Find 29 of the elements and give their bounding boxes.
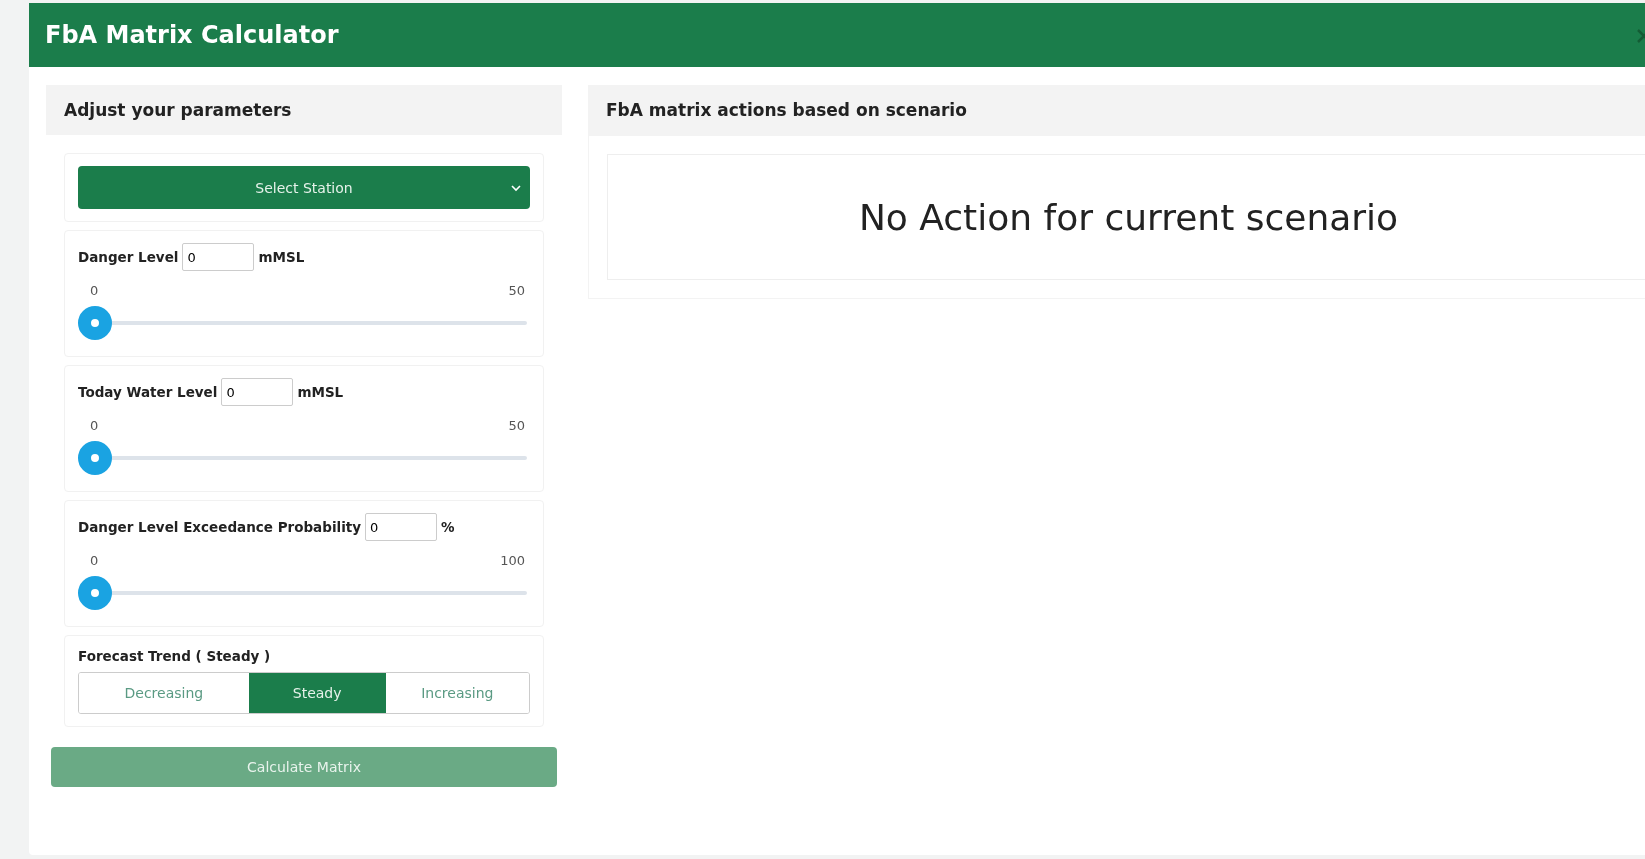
max-label: 50 [508,283,525,298]
message-text: No Action for current scenario [858,196,1399,238]
chevron-down-icon [510,184,522,192]
window-title: FbA Matrix Calculator [45,21,339,49]
slider-track[interactable] [78,441,527,475]
trend-option[interactable]: Steady [248,673,386,713]
field-label: Today Water Level [78,384,218,400]
slider-track[interactable] [78,576,527,610]
min-label: 0 [90,553,99,568]
input-field[interactable]: 0 [365,513,438,541]
slider-thumb[interactable] [78,576,112,610]
panel-title: FbA matrix actions based on scenario [606,100,967,120]
slider-thumb[interactable] [78,306,112,340]
unit-label: mMSL [297,384,344,400]
unit-label: % [441,519,455,535]
slider-track[interactable] [78,306,527,340]
unit-label: mMSL [258,249,305,265]
max-label: 50 [508,418,525,433]
field-label: Danger Level Exceedance Probability [78,519,362,535]
field-label: Danger Level [78,249,179,265]
input-field[interactable]: 0 [182,243,255,271]
input-field[interactable]: 0 [221,378,294,406]
slider-thumb[interactable] [78,441,112,475]
field-label: Forecast Trend ( Steady ) [78,648,272,664]
station-dropdown[interactable]: Select Station [78,166,530,209]
min-label: 0 [90,283,99,298]
max-label: 100 [500,553,525,568]
min-label: 0 [90,418,99,433]
panel-title: Adjust your parameters [64,100,292,120]
